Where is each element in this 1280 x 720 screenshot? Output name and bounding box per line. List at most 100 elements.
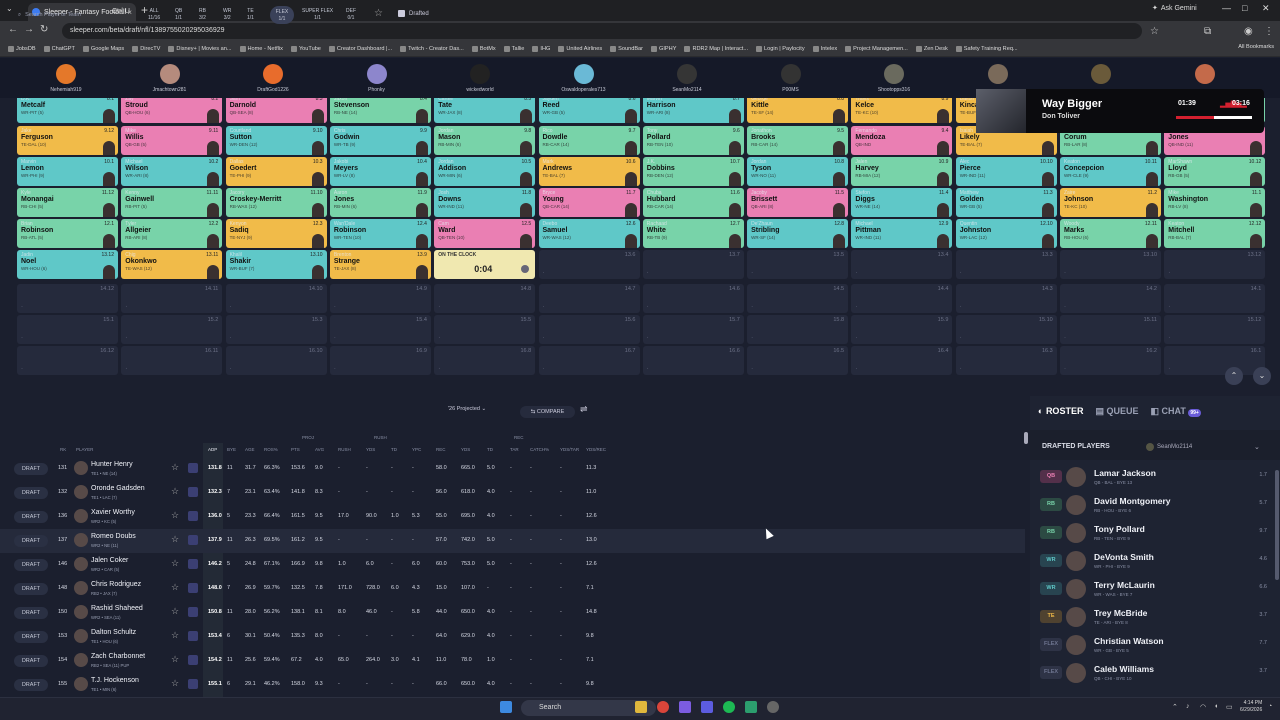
position-filter-def[interactable]: DEF 0/1 (346, 8, 356, 22)
drafted-pick-cell[interactable]: Tony Pollard RB-TEN (10) 9.6 (642, 126, 744, 155)
team-slot[interactable]: Nehemiah919 (26, 64, 106, 93)
position-filter-all[interactable]: ALL 11/16 (148, 8, 160, 22)
bookmark-link[interactable]: SoundBar (610, 45, 643, 52)
favorite-star-icon[interactable]: ☆ (171, 582, 179, 593)
column-header[interactable]: TD (487, 447, 493, 452)
drafted-pick-cell[interactable]: Jonathon Brooks RB-CAR (14) 9.5 (747, 126, 849, 155)
column-header[interactable]: YDS/REC (586, 447, 606, 452)
drafted-pick-cell[interactable]: Kyle Monangai RB-CHI (5) 11.12 (17, 188, 118, 217)
drafted-pick-cell[interactable]: Deebo Samuel WR-WAS (12) 12.6 (538, 219, 640, 248)
drafted-pick-cell[interactable]: Jadin Noel WR-HOU (6) 13.12 (17, 250, 118, 279)
tray-chevron-icon[interactable]: ⌃ (1172, 703, 1178, 711)
player-name[interactable]: T.J. Hockenson (91, 677, 139, 684)
app-icon[interactable] (679, 701, 691, 713)
table-row[interactable]: DRAFT 132 Oronde Gadsden TE1 • LAC (7) ☆ 132.… (0, 481, 1025, 505)
bookmark-link[interactable]: GIPHY (651, 45, 676, 52)
bookmark-link[interactable]: DirecTV (132, 45, 160, 52)
start-menu-icon[interactable] (500, 701, 512, 713)
drafted-pick-cell[interactable]: Bryce Young QB-CAR (14) 11.7 (538, 188, 640, 217)
drafted-pick-cell[interactable]: Chris Godwin WR-TB (9) 9.9 (329, 126, 431, 155)
chevron-down-icon[interactable]: ⌄ (1254, 443, 1260, 451)
favorites-filter-star-icon[interactable]: ☆ (374, 8, 383, 19)
drafted-pick-cell[interactable]: Cartell Tate WR-JAX (8) 8.5 (434, 98, 536, 123)
team-slot[interactable]: Phonky (337, 64, 417, 93)
bookmark-link[interactable]: YouTube (290, 45, 321, 52)
bookmark-link[interactable]: Google Maps (82, 45, 124, 52)
song-progress-bar[interactable] (1176, 116, 1252, 119)
team-slot[interactable] (1061, 64, 1141, 87)
player-name[interactable]: Hunter Henry (91, 461, 133, 468)
player-name[interactable]: Dalton Schultz (91, 629, 136, 636)
favorite-star-icon[interactable]: ☆ (171, 486, 179, 497)
column-header[interactable]: TAR (510, 447, 519, 452)
drafted-pick-cell[interactable]: Brian Robinson RB-ATL (5) 12.1 (17, 219, 118, 248)
drafted-checkbox[interactable] (398, 10, 405, 17)
wifi-icon[interactable]: ◠ (1200, 703, 1206, 711)
url-field[interactable]: sleeper.com/beta/draft/nfl/1389755020295… (62, 23, 1142, 39)
team-slot[interactable] (958, 64, 1038, 87)
drafted-toggle[interactable]: Drafted (398, 10, 429, 17)
drafted-pick-cell[interactable]: Jalen Harvey RB-MIA (12) 10.9 (851, 157, 953, 186)
draft-button[interactable]: DRAFT (14, 631, 48, 643)
player-name[interactable]: Chris Rodriguez (91, 581, 141, 588)
position-filter-wr[interactable]: WR 3/2 (223, 8, 231, 22)
speaker-icon[interactable]: ♪ (1186, 703, 1190, 710)
tab-chat[interactable]: ◧ CHAT 99+ (1150, 406, 1201, 417)
table-row[interactable]: DRAFT 137 Romeo Doubs WR2 • NE (11) ☆ 137.9 11… (0, 529, 1025, 553)
queue-add-icon[interactable] (188, 679, 198, 689)
drafted-pick-cell[interactable]: Keaton Mitchell RB-BAL (7) 12.12 (1164, 219, 1266, 248)
team-slot[interactable]: SeanMo2114 (647, 64, 727, 93)
column-header[interactable]: RUSH (338, 447, 351, 452)
draft-button[interactable]: DRAFT (14, 607, 48, 619)
tab-search-icon[interactable]: ⌄ (6, 4, 13, 13)
draft-button[interactable]: DRAFT (14, 559, 48, 571)
drafted-pick-cell[interactable]: Wan'Dale Robinson WR-TEN (10) 12.4 (329, 219, 431, 248)
bookmark-link[interactable]: Login | Paylocity (756, 45, 805, 52)
drafted-pick-cell[interactable]: Dallas Goedert TE-PHI (9) 10.3 (225, 157, 327, 186)
table-row[interactable]: DRAFT 153 Dalton Schultz TE1 • HOU (6) ☆ 153.… (0, 625, 1025, 649)
drafted-pick-cell[interactable]: Quentin Johnston WR-LAC (12) 12.10 (955, 219, 1057, 248)
draft-button[interactable]: DRAFT (14, 487, 48, 499)
team-slot[interactable]: P00MS (751, 64, 831, 93)
forward-icon[interactable]: → (24, 24, 34, 35)
drafted-pick-cell[interactable]: Chig Okonkwo TE-WAS (12) 13.11 (121, 250, 223, 279)
player-name[interactable]: Romeo Doubs (91, 533, 136, 540)
drafted-pick-cell[interactable]: Josh Downs WR-IND (11) 11.8 (434, 188, 536, 217)
roster-player-row[interactable]: QB Lamar Jackson QB - BAL - BYE 13 1.7 (1030, 463, 1275, 491)
profile-icon[interactable]: ◉ (1244, 26, 1253, 37)
bookmark-link[interactable]: Twitch - Creator Das... (400, 45, 464, 52)
player-name[interactable]: David Montgomery (1094, 496, 1171, 506)
tab-queue[interactable]: ▤ QUEUE (1095, 406, 1138, 417)
bookmark-link[interactable]: JobsDB (8, 45, 36, 52)
maximize-icon[interactable]: □ (1242, 3, 1247, 13)
back-icon[interactable]: ← (8, 24, 18, 35)
favorite-star-icon[interactable]: ☆ (171, 654, 179, 665)
minimize-icon[interactable]: — (1222, 3, 1231, 13)
player-table-scrollbar[interactable] (1024, 432, 1028, 444)
column-header[interactable]: PTS (291, 447, 300, 452)
new-tab-button[interactable]: + (141, 3, 148, 17)
column-header[interactable]: CATCH% (530, 447, 549, 452)
bookmark-link[interactable]: Tallie (503, 45, 524, 52)
favorite-star-icon[interactable]: ☆ (171, 462, 179, 473)
player-name[interactable]: Jalen Coker (91, 557, 128, 564)
drafted-pick-cell[interactable]: Courtland Sutton WR-DEN (12) 9.10 (225, 126, 327, 155)
drafted-pick-cell[interactable]: Rico Dowdle RB-CAR (14) 9.7 (538, 126, 640, 155)
drafted-pick-cell[interactable]: Khalil Shakir WR-BUF (7) 13.10 (225, 250, 327, 279)
drafted-pick-cell[interactable]: Cam Ward QB-TEN (10) 12.5 (434, 219, 536, 248)
drafted-pick-cell[interactable]: Jordan Addison WR-MIN (6) 10.5 (434, 157, 536, 186)
drafted-pick-cell[interactable]: Travis Kelce TE-KC (10) 8.9 (851, 98, 953, 123)
app-icon[interactable] (745, 701, 757, 713)
column-header[interactable]: YDS/TAR (560, 447, 579, 452)
draft-button[interactable]: DRAFT (14, 511, 48, 523)
team-slot[interactable]: wickedworld (440, 64, 520, 93)
column-header[interactable]: YDS (461, 447, 470, 452)
compare-button[interactable]: ⇆ COMPARE (520, 406, 575, 418)
drafted-pick-cell[interactable]: Kenyon Sadiq TE-NYJ (9) 12.3 (225, 219, 327, 248)
bookmark-link[interactable]: Intelex (812, 45, 837, 52)
drafted-pick-cell[interactable]: Woody Marks RB-HOU (6) 12.11 (1060, 219, 1161, 248)
team-slot[interactable] (1165, 64, 1245, 87)
drafted-pick-cell[interactable]: Sam Darnold QB-SEA (8) 8.3 (225, 98, 327, 123)
reload-icon[interactable]: ↻ (40, 24, 48, 35)
tab-roster[interactable]: ◐ ROSTER (1038, 406, 1083, 417)
